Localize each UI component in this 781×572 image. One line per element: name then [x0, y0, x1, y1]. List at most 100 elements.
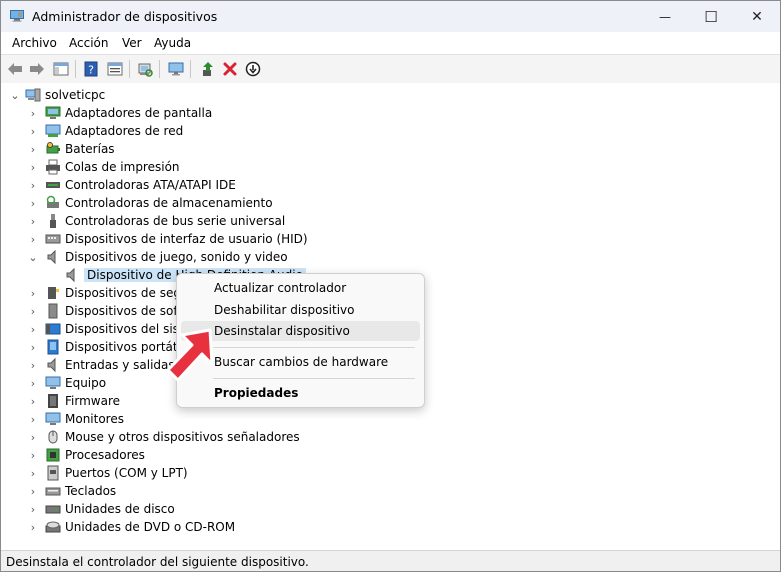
- menu-accion[interactable]: Acción: [69, 36, 108, 50]
- tree-category[interactable]: Unidades de disco: [45, 500, 175, 518]
- computer-root-icon: [25, 88, 41, 102]
- tree-category[interactable]: Adaptadores de red: [45, 122, 183, 140]
- expand-chevron-icon[interactable]: ›: [28, 320, 38, 338]
- expand-chevron-icon[interactable]: ›: [28, 302, 38, 320]
- battery-icon: [46, 142, 60, 154]
- expand-chevron-icon[interactable]: ›: [28, 410, 38, 428]
- tree-category[interactable]: Adaptadores de pantalla: [45, 104, 212, 122]
- tree-category-expanded[interactable]: Dispositivos de juego, sonido y video: [45, 248, 288, 266]
- tree-category[interactable]: Controladoras de almacenamiento: [45, 194, 273, 212]
- expand-chevron-icon[interactable]: ›: [28, 500, 38, 518]
- update-driver-button[interactable]: [198, 59, 218, 79]
- expand-chevron-icon[interactable]: ›: [28, 392, 38, 410]
- tree-category[interactable]: Unidades de DVD o CD-ROM: [45, 518, 235, 536]
- tree-category[interactable]: Controladoras de bus serie universal: [45, 212, 285, 230]
- menu-ayuda[interactable]: Ayuda: [154, 36, 191, 50]
- menu-ver[interactable]: Ver: [122, 36, 142, 50]
- storage-controller-icon: [46, 195, 59, 208]
- status-text: Desinstala el controlador del siguiente …: [6, 555, 309, 569]
- firmware-icon: [48, 394, 58, 408]
- display-adapter-icon: [45, 106, 61, 119]
- printer-icon: [46, 159, 60, 175]
- keyboard-icon: [45, 487, 61, 496]
- expand-chevron-icon[interactable]: ›: [28, 230, 38, 248]
- expand-chevron-icon[interactable]: ›: [28, 176, 38, 194]
- toolbar-separator: [75, 60, 76, 78]
- menu-archivo[interactable]: Archivo: [12, 36, 57, 50]
- toolbar: ?: [1, 54, 780, 84]
- expand-chevron-icon[interactable]: ›: [28, 212, 38, 230]
- expand-chevron-icon[interactable]: ›: [28, 104, 38, 122]
- help-button[interactable]: ?: [81, 59, 101, 79]
- toolbar-separator: [190, 60, 191, 78]
- tree-root-label: solveticpc: [45, 88, 106, 102]
- audio-io-icon: [47, 357, 56, 373]
- disable-device-icon: [245, 61, 261, 77]
- properties-button[interactable]: [105, 59, 125, 79]
- close-button[interactable]: ✕: [734, 1, 780, 32]
- expand-chevron-icon[interactable]: ›: [28, 194, 38, 212]
- help-icon: ?: [84, 61, 98, 77]
- forward-button[interactable]: [27, 59, 47, 79]
- monitor-icon: [168, 62, 184, 76]
- menu-separator: [213, 347, 415, 348]
- minimize-button[interactable]: —: [642, 1, 688, 32]
- expand-chevron-icon[interactable]: ›: [28, 518, 38, 536]
- status-bar: Desinstala el controlador del siguiente …: [1, 550, 780, 571]
- tree-category[interactable]: Monitores: [45, 410, 124, 428]
- uninstall-device-button[interactable]: [220, 59, 240, 79]
- minimize-icon: —: [659, 9, 671, 24]
- window-title: Administrador de dispositivos: [32, 9, 218, 24]
- speaker-icon: [47, 249, 56, 265]
- expand-chevron-icon[interactable]: ›: [28, 374, 38, 392]
- show-hide-tree-button[interactable]: [51, 59, 71, 79]
- mouse-icon: [48, 430, 58, 444]
- title-bar[interactable]: Administrador de dispositivos — ☐ ✕: [1, 1, 780, 32]
- tree-category[interactable]: Dispositivos de interfaz de usuario (HID…: [45, 230, 308, 248]
- tree-category[interactable]: Firmware: [45, 392, 120, 410]
- scan-hardware-button[interactable]: [135, 59, 155, 79]
- tree-category[interactable]: Colas de impresión: [45, 158, 180, 176]
- forward-arrow-icon: [30, 63, 44, 75]
- back-arrow-icon: [8, 63, 22, 75]
- menu-disable-device[interactable]: Deshabilitar dispositivo: [181, 300, 420, 320]
- svg-text:?: ?: [88, 64, 94, 77]
- red-pointer-arrow-icon: [166, 328, 214, 382]
- tree-category[interactable]: Mouse y otros dispositivos señaladores: [45, 428, 300, 446]
- expand-chevron-icon[interactable]: ›: [28, 464, 38, 482]
- device-manager-app-icon: [10, 10, 24, 22]
- back-button[interactable]: [5, 59, 25, 79]
- maximize-button[interactable]: ☐: [688, 1, 734, 32]
- expand-chevron-icon[interactable]: ›: [28, 338, 38, 356]
- expand-chevron-icon[interactable]: ›: [28, 122, 38, 140]
- disable-device-button[interactable]: [243, 59, 263, 79]
- tree-category[interactable]: Teclados: [45, 482, 116, 500]
- system-device-icon: [45, 323, 61, 335]
- tree-category[interactable]: Controladoras ATA/ATAPI IDE: [45, 176, 236, 194]
- security-device-icon: [48, 287, 59, 299]
- expand-chevron-icon[interactable]: ›: [28, 482, 38, 500]
- tree-category[interactable]: Equipo: [45, 374, 106, 392]
- dvd-drive-icon: [45, 521, 61, 533]
- expand-chevron-icon[interactable]: ›: [28, 284, 38, 302]
- expand-chevron-icon[interactable]: ›: [28, 356, 38, 374]
- software-device-icon: [48, 303, 58, 319]
- show-hide-console-tree-icon: [53, 62, 69, 76]
- tree-category[interactable]: Baterías: [45, 140, 115, 158]
- properties-icon: [107, 62, 123, 76]
- menu-update-driver[interactable]: Actualizar controlador: [181, 278, 420, 298]
- expand-chevron-icon[interactable]: ›: [28, 158, 38, 176]
- port-icon: [47, 465, 59, 481]
- expand-chevron-icon[interactable]: ›: [28, 428, 38, 446]
- toolbar-separator: [129, 60, 130, 78]
- tree-category[interactable]: Puertos (COM y LPT): [45, 464, 188, 482]
- toolbar-separator: [159, 60, 160, 78]
- collapse-chevron-icon[interactable]: ⌄: [10, 86, 20, 104]
- monitor-button[interactable]: [166, 59, 186, 79]
- expand-chevron-icon[interactable]: ›: [28, 446, 38, 464]
- collapse-chevron-icon[interactable]: ⌄: [28, 248, 38, 266]
- expand-chevron-icon[interactable]: ›: [28, 140, 38, 158]
- tree-category[interactable]: Procesadores: [45, 446, 145, 464]
- close-icon: ✕: [751, 8, 763, 25]
- tree-root[interactable]: solveticpc: [25, 86, 105, 104]
